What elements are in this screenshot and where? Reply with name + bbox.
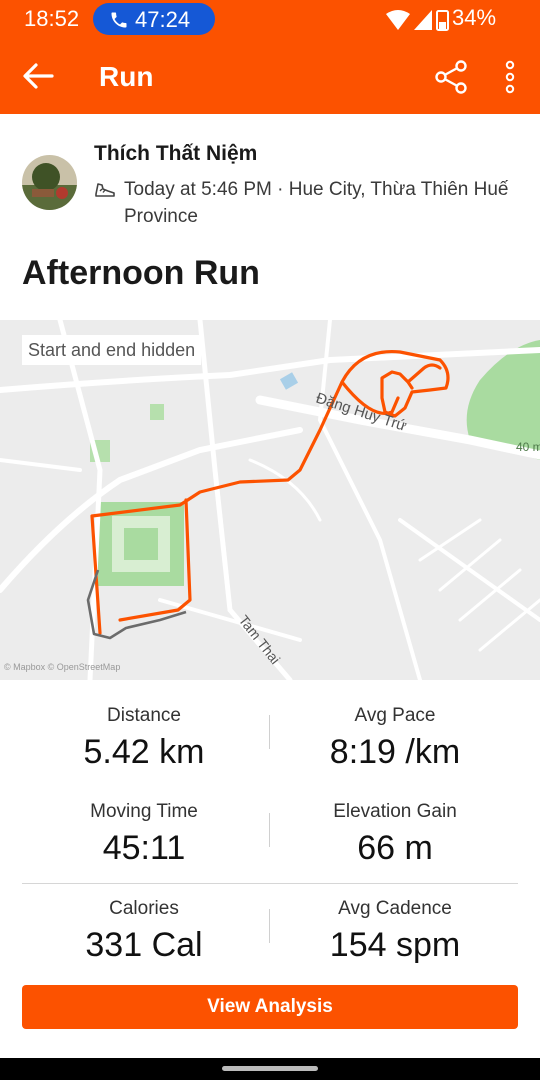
status-time: 18:52 <box>24 6 80 31</box>
view-analysis-button[interactable]: View Analysis <box>22 985 518 1029</box>
battery-percent: 34% <box>452 5 497 30</box>
stat-value: 45:11 <box>102 829 186 867</box>
athlete-name[interactable]: Thích Thất Niệm <box>94 142 257 166</box>
stat-moving-time: Moving Time 45:11 <box>9 801 279 868</box>
stat-distance: Distance 5.42 km <box>9 705 279 772</box>
share-icon[interactable] <box>432 58 470 96</box>
stat-value: 8:19 /km <box>329 733 461 771</box>
activity-meta: Today at 5:46 PM · Hue City, Thừa Thiên … <box>124 179 509 227</box>
route-map[interactable]: Đặng Huy Trứ Tam Thai 40 m <box>0 320 540 680</box>
stat-avg-cadence: Avg Cadence 154 spm <box>260 898 530 965</box>
stat-value: 66 m <box>357 829 433 867</box>
stat-label: Avg Pace <box>354 705 436 726</box>
stat-value: 331 Cal <box>85 926 203 964</box>
stat-label: Calories <box>109 898 179 919</box>
stat-label: Distance <box>107 705 181 726</box>
stat-label: Moving Time <box>90 801 198 822</box>
divider <box>22 883 518 884</box>
connectivity-icons <box>386 10 449 31</box>
elevation-label: 40 m <box>516 440 540 454</box>
page-title: Run <box>99 61 154 92</box>
stat-elevation-gain: Elevation Gain 66 m <box>260 801 530 868</box>
signal-icon <box>414 10 432 30</box>
call-timer: 47:24 <box>135 7 191 32</box>
status-bar: 18:52 47:24 34% <box>0 0 540 38</box>
stat-value: 154 spm <box>329 926 461 964</box>
stat-value: 5.42 km <box>83 733 205 771</box>
wifi-icon <box>386 10 410 30</box>
athlete-avatar[interactable] <box>22 155 77 210</box>
stat-label: Avg Cadence <box>338 898 452 919</box>
system-nav-bar <box>0 1058 540 1080</box>
stat-avg-pace: Avg Pace 8:19 /km <box>260 705 530 772</box>
map-attribution[interactable]: © Mapbox © OpenStreetMap <box>4 662 120 672</box>
ongoing-call-chip[interactable]: 47:24 <box>93 3 215 35</box>
water <box>279 372 299 390</box>
start-end-hidden-badge: Start and end hidden <box>22 335 202 365</box>
home-gesture-handle[interactable] <box>222 1066 318 1071</box>
back-arrow-icon[interactable] <box>20 60 56 92</box>
stat-label: Elevation Gain <box>333 801 457 822</box>
app-bar: Run <box>0 38 540 114</box>
street-label-tam-thai: Tam Thai <box>236 612 284 667</box>
shoe-icon <box>95 183 115 197</box>
citadel-core <box>124 528 158 560</box>
stat-calories: Calories 331 Cal <box>9 898 279 965</box>
more-vert-icon[interactable] <box>496 58 524 96</box>
phone-icon <box>111 12 127 28</box>
activity-title: Afternoon Run <box>22 254 260 292</box>
